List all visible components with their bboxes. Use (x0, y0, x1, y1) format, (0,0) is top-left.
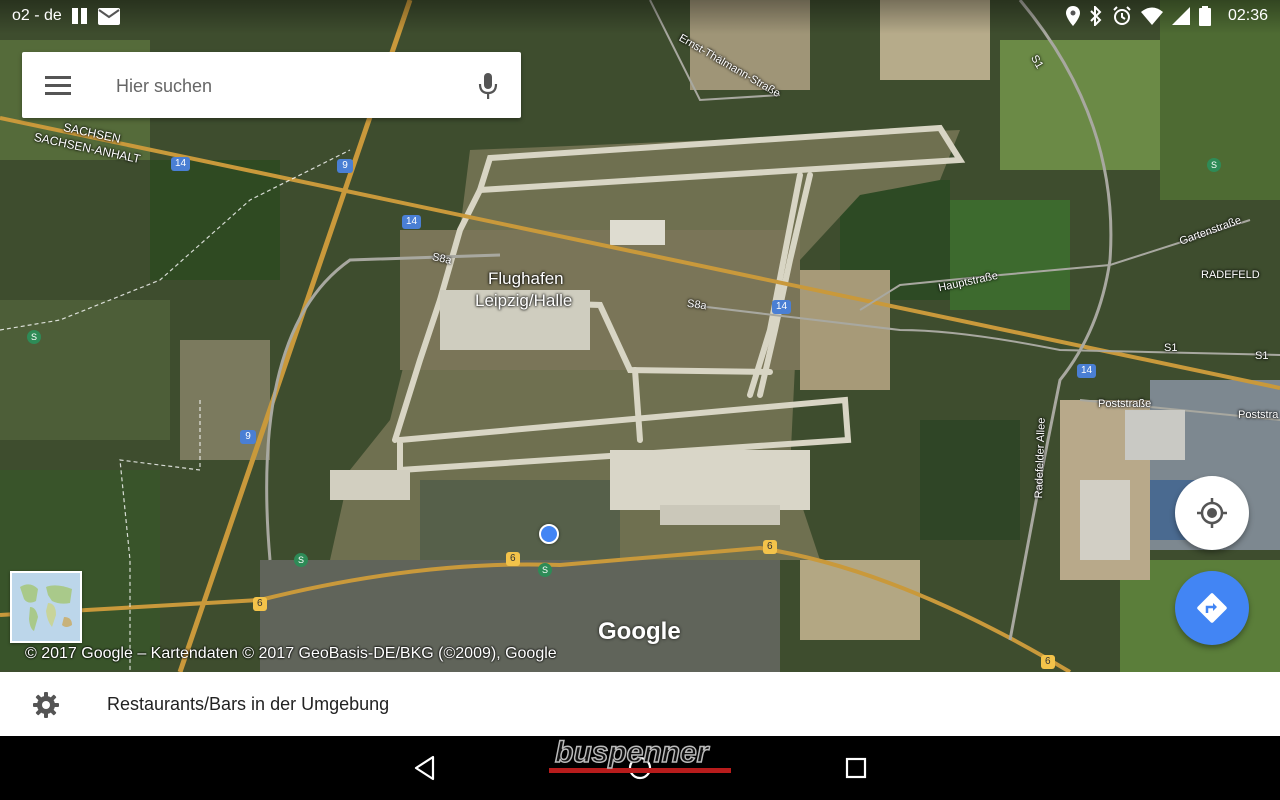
bluetooth-icon (1090, 6, 1102, 26)
sbahn-station-icon[interactable]: S (538, 563, 552, 577)
road-shield-b14: 14 (402, 215, 422, 229)
my-location-button[interactable] (1175, 476, 1249, 550)
map-copyright: © 2017 Google – Kartendaten © 2017 GeoBa… (25, 645, 557, 662)
nearby-suggestion-bar[interactable]: Restaurants/Bars in der Umgebung (0, 672, 1280, 736)
label-s8a-2: S8a (686, 297, 708, 313)
sbahn-station-icon[interactable]: S (294, 553, 308, 567)
label-radefeld: RADEFELD (1201, 269, 1260, 281)
sim-icon (71, 8, 87, 24)
gear-icon (33, 692, 59, 718)
road-shield-b14: 14 (772, 300, 792, 314)
label-poststrasse: Poststraße (1098, 398, 1152, 410)
label-airport-line1: Flughafen (488, 269, 564, 288)
crosshair-icon (1197, 498, 1227, 528)
label-airport-line2: Leipzig/Halle (475, 291, 573, 310)
road-shield-a9: 9 (337, 159, 353, 173)
recents-icon[interactable] (842, 754, 870, 782)
minimap-layers-button[interactable] (10, 571, 82, 643)
search-bar (22, 52, 521, 118)
menu-icon[interactable] (44, 73, 72, 97)
google-logo: Google (598, 618, 681, 645)
sbahn-station-icon[interactable]: S (27, 330, 41, 344)
carrier-label: o2 - de (12, 7, 62, 24)
sbahn-station-icon[interactable]: S (1207, 158, 1221, 172)
road-shield-b14: 14 (1077, 364, 1097, 378)
road-shield-b6: 6 (1041, 655, 1055, 669)
status-bar: o2 - de 02:36 (0, 0, 1280, 34)
alarm-icon (1113, 6, 1131, 25)
directions-icon (1197, 593, 1227, 623)
back-icon[interactable] (411, 754, 439, 782)
label-s1-edge: S1 (1255, 350, 1269, 362)
mic-icon[interactable] (476, 72, 500, 100)
road-shield-b6: 6 (253, 597, 267, 611)
directions-button[interactable] (1175, 571, 1249, 645)
wifi-icon (1140, 7, 1163, 25)
search-input[interactable] (114, 70, 458, 102)
my-location-dot[interactable] (539, 524, 559, 544)
road-shield-b6: 6 (506, 552, 520, 566)
battery-icon (1198, 6, 1211, 26)
svg-text:buspenner: buspenner (555, 736, 711, 769)
road-shield-b6: 6 (763, 540, 777, 554)
nearby-suggestion-label: Restaurants/Bars in der Umgebung (107, 694, 390, 714)
clock-time: 02:36 (1227, 7, 1268, 24)
mail-icon (97, 7, 120, 25)
label-poststrasse-edge: Poststra (1238, 409, 1279, 421)
road-shield-a9: 9 (240, 430, 256, 444)
location-icon (1065, 6, 1080, 26)
label-s1-right: S1 (1164, 342, 1178, 354)
signal-icon (1171, 7, 1190, 25)
road-shield-b14: 14 (171, 157, 191, 171)
buspenner-watermark: buspenner (549, 736, 731, 773)
world-map-icon (12, 573, 80, 641)
